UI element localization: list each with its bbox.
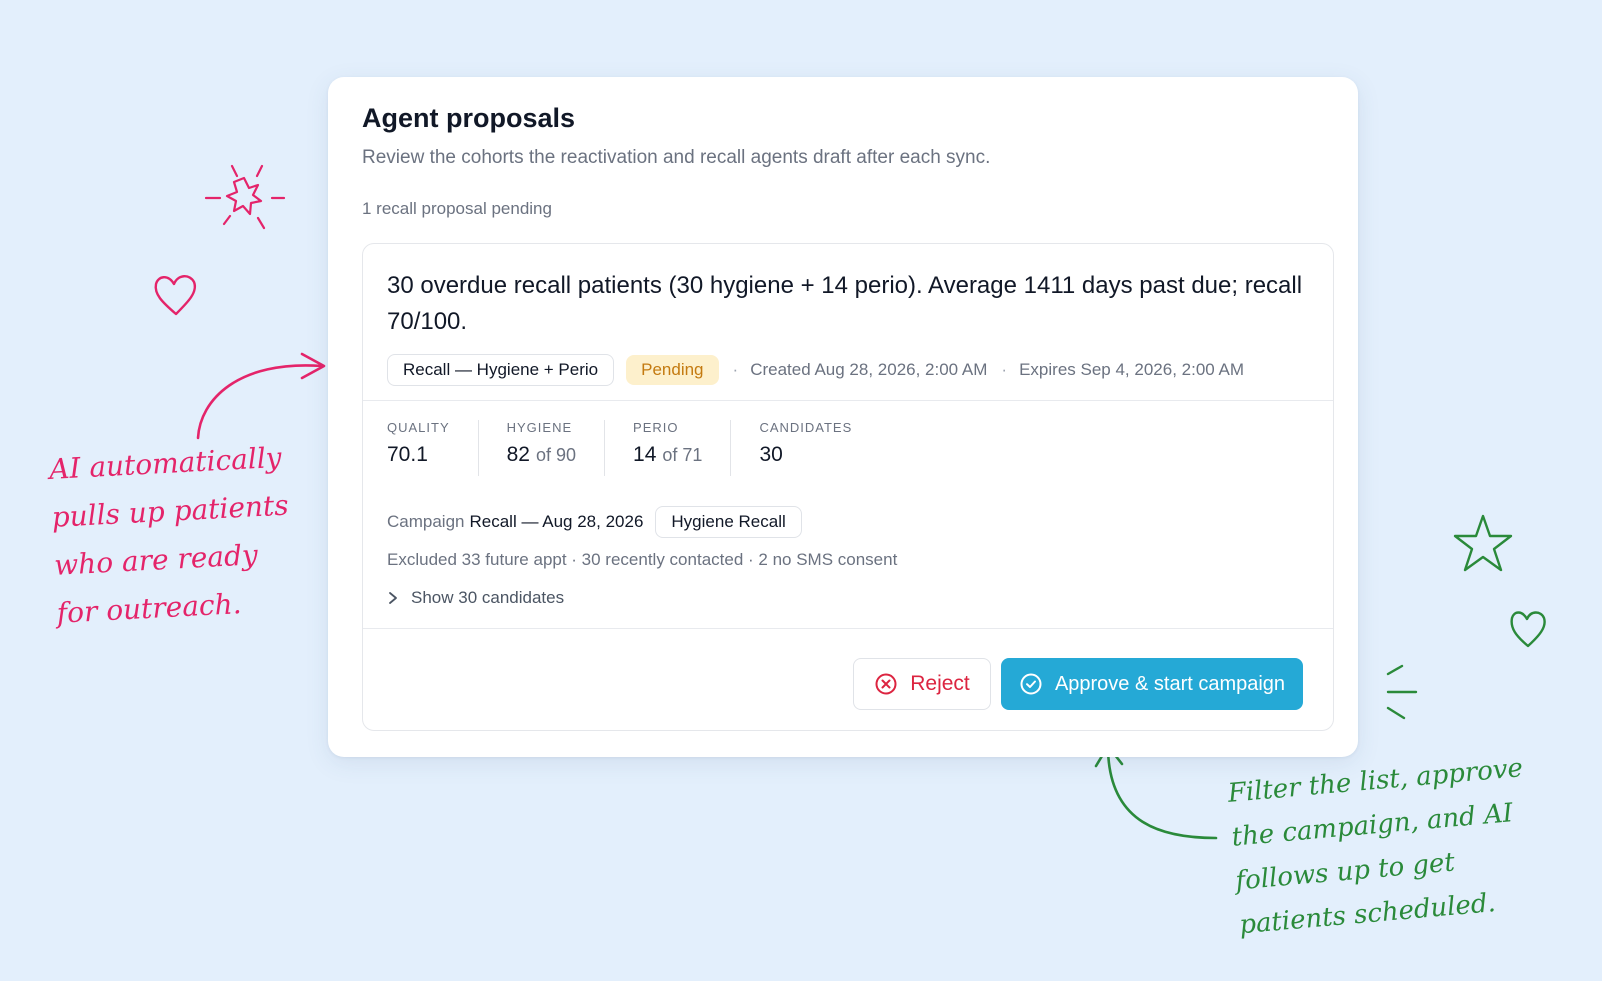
- pending-count: 1 recall proposal pending: [362, 199, 552, 218]
- campaign-name: Recall — Aug 28, 2026: [469, 512, 644, 531]
- stats-row: QUALITY 70.1 HYGIENE 82 of 90 PERIO 14 of …: [387, 420, 880, 476]
- separator-dot: ·: [732, 360, 739, 379]
- agent-proposals-panel: Agent proposals Review the cohorts the r…: [328, 77, 1358, 757]
- stat-quality: QUALITY 70.1: [387, 420, 478, 476]
- card-divider: [363, 400, 1333, 401]
- campaign-type-chip: Hygiene Recall: [655, 506, 802, 538]
- stat-perio: PERIO 14 of 71: [604, 420, 730, 476]
- campaign-row: Campaign Recall — Aug 28, 2026 Hygiene R…: [387, 506, 802, 538]
- check-circle-icon: [1019, 672, 1043, 696]
- approve-label: Approve & start campaign: [1054, 672, 1286, 695]
- arrow-to-panel-icon: [196, 352, 326, 440]
- stat-value: 82: [506, 443, 530, 466]
- sparkle-doodle-icon: [204, 164, 286, 230]
- panel-title: Agent proposals: [362, 103, 576, 133]
- stat-value-row: 82 of 90: [507, 443, 576, 467]
- stat-label: PERIO: [633, 420, 679, 435]
- status-badge: Pending: [626, 355, 719, 385]
- annotation-left: AI automatically pulls up patients who a…: [48, 432, 328, 638]
- campaign-label: Campaign: [387, 512, 465, 531]
- reject-label: Reject: [910, 672, 970, 695]
- stat-label: CANDIDATES: [759, 420, 853, 435]
- stat-of-total: of 71: [662, 445, 703, 465]
- stat-hygiene: HYGIENE 82 of 90: [477, 420, 604, 476]
- separator-dot: ·: [1001, 360, 1008, 379]
- card-divider: [363, 628, 1333, 629]
- stat-value: 70.1: [387, 443, 428, 466]
- show-candidates-label: Show 30 candidates: [411, 588, 565, 607]
- excluded-summary: Excluded 33 future appt · 30 recently co…: [387, 550, 898, 569]
- emphasis-lines-icon: [1386, 664, 1418, 720]
- proposal-card: 30 overdue recall patients (30 hygiene +…: [362, 243, 1334, 731]
- approve-start-campaign-button[interactable]: Approve & start campaign: [1001, 658, 1303, 710]
- stat-candidates: CANDIDATES 30: [730, 420, 880, 476]
- reject-button[interactable]: Reject: [853, 658, 991, 710]
- chevron-right-icon: [389, 592, 397, 604]
- stat-value-row: 14 of 71: [633, 443, 702, 467]
- proposal-type-chip: Recall — Hygiene + Perio: [387, 354, 615, 386]
- show-candidates-toggle[interactable]: Show 30 candidates: [387, 588, 564, 608]
- heart-green-doodle-icon: [1510, 611, 1546, 648]
- proposal-summary: 30 overdue recall patients (30 hygiene +…: [387, 272, 1303, 335]
- stat-value: 14: [633, 443, 657, 466]
- proposal-meta: Recall — Hygiene + Perio Pending · Creat…: [387, 354, 1244, 386]
- stat-label: HYGIENE: [506, 420, 573, 435]
- stat-of-total: of 90: [535, 445, 577, 465]
- stat-value: 30: [759, 443, 783, 466]
- stat-label: QUALITY: [387, 420, 450, 435]
- star-doodle-icon: [1453, 514, 1513, 572]
- heart-doodle-icon: [154, 275, 197, 316]
- annotation-right: Filter the list, approve the campaign, a…: [1226, 743, 1570, 947]
- created-timestamp: Created Aug 28, 2026, 2:00 AM: [750, 360, 988, 379]
- panel-subtitle: Review the cohorts the reactivation and …: [362, 147, 991, 168]
- expires-timestamp: Expires Sep 4, 2026, 2:00 AM: [1019, 360, 1245, 379]
- x-circle-icon: [874, 672, 898, 696]
